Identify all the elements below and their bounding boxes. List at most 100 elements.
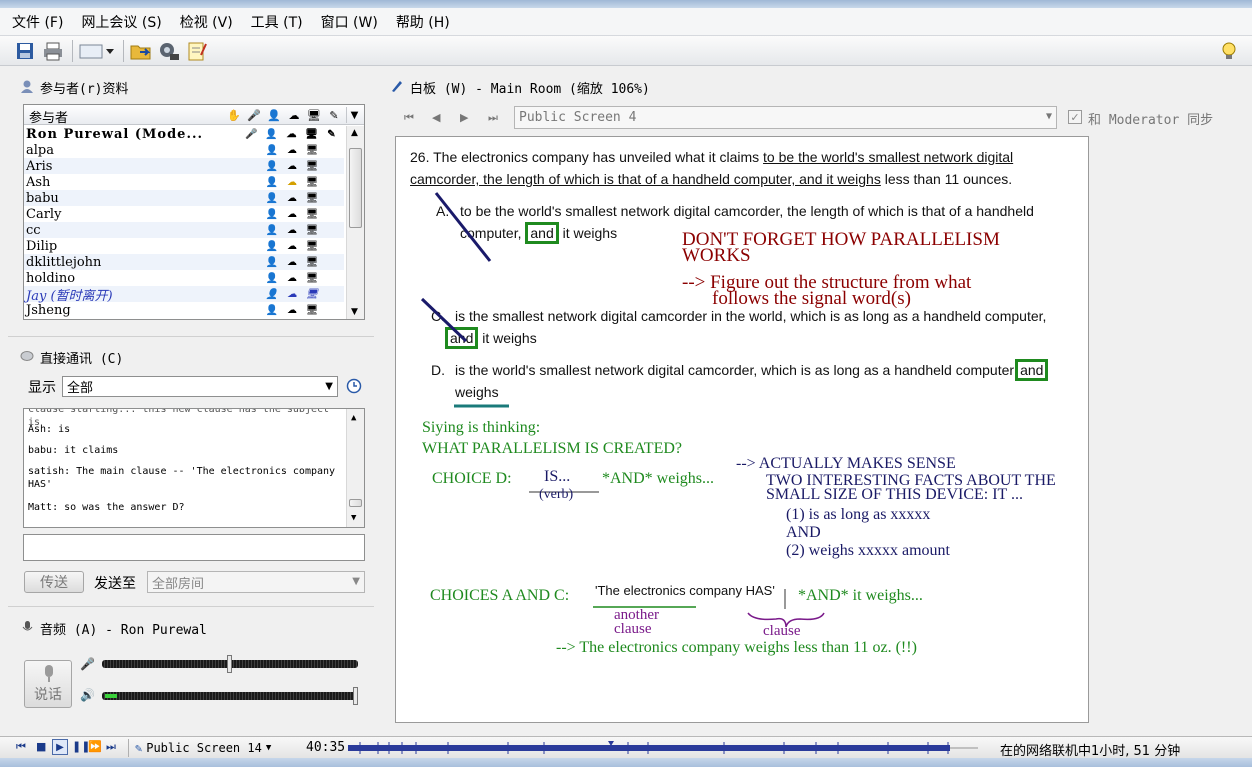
- participant-row[interactable]: alpa 👤 ☁ 🖥: [24, 142, 344, 158]
- whiteboard-title: 白板 (W) - Main Room (缩放 106%): [410, 82, 650, 97]
- history-clock-button[interactable]: [346, 378, 362, 398]
- status-icon: ☁: [287, 144, 297, 156]
- display-filter-select[interactable]: 全部 ▼: [62, 376, 338, 397]
- recording-timeline[interactable]: [348, 740, 978, 756]
- clause-label: clause: [763, 623, 801, 639]
- scrollbar-thumb[interactable]: [349, 148, 362, 228]
- column-menu-dropdown[interactable]: ▼: [346, 107, 362, 123]
- screen-select[interactable]: Public Screen 4 ▼: [514, 106, 1057, 129]
- view-dropdown-button[interactable]: [77, 39, 117, 63]
- play-icon[interactable]: ▶: [52, 739, 68, 755]
- user-icon: 👤: [265, 192, 279, 204]
- fast-forward-icon[interactable]: ⏩: [88, 740, 102, 753]
- participant-row[interactable]: Carly 👤 ☁ 🖥: [24, 206, 344, 222]
- menu-view[interactable]: 检视 (V): [180, 12, 233, 32]
- user-icon: 👤: [265, 272, 279, 284]
- tips-button[interactable]: [1216, 39, 1242, 63]
- last-screen-icon[interactable]: ⏭: [488, 111, 498, 125]
- send-button[interactable]: 传送: [24, 571, 84, 593]
- slider-thumb[interactable]: [353, 687, 358, 705]
- status-icon[interactable]: ☁: [284, 105, 304, 125]
- whiteboard-header: 白板 (W) - Main Room (缩放 106%): [390, 78, 650, 97]
- toolbar-separator: [72, 39, 73, 62]
- conclusion-note: --> The electronics company weighs less …: [556, 639, 917, 656]
- stop-icon[interactable]: ■: [36, 740, 46, 753]
- previous-screen-icon[interactable]: ◀: [432, 111, 440, 124]
- makes-sense-note: --> ACTUALLY MAKES SENSE: [736, 455, 956, 472]
- chat-message-input[interactable]: [23, 534, 365, 561]
- participant-row[interactable]: Aris 👤 ☁ 🖥: [24, 158, 344, 174]
- rewind-to-start-icon[interactable]: ⏮: [16, 740, 26, 754]
- note-structure-2: follows the signal word(s): [712, 288, 911, 309]
- strike-choice-c: [420, 297, 468, 343]
- user-icon[interactable]: 👤: [264, 105, 284, 125]
- scrollbar-thumb[interactable]: [349, 499, 362, 507]
- skip-to-end-icon[interactable]: ⏭: [106, 740, 116, 754]
- participant-name: Aris: [26, 158, 53, 174]
- participant-row[interactable]: babu 👤 ☁ 🖥: [24, 190, 344, 206]
- save-button[interactable]: [12, 39, 38, 63]
- open-file-button[interactable]: [128, 39, 154, 63]
- participant-row[interactable]: Ron Purewal (Mode... 🎤 👤 ☁ 🖥 ✎: [24, 126, 344, 142]
- pen-icon: ✎: [327, 128, 337, 140]
- pen-icon[interactable]: ✎: [324, 105, 344, 125]
- toolbar: [0, 36, 1252, 66]
- print-button[interactable]: [40, 39, 66, 63]
- participant-row[interactable]: Dilip 👤 ☁ 🖥: [24, 238, 344, 254]
- save-icon: [17, 42, 33, 59]
- talk-button[interactable]: 说话: [24, 660, 72, 708]
- participant-name: dklittlejohn: [26, 254, 102, 270]
- sync-checkbox[interactable]: ✓: [1068, 110, 1082, 124]
- participant-row[interactable]: Jsheng 👤 ☁ 🖥: [24, 302, 344, 318]
- status-icon: ☁: [287, 304, 297, 316]
- whiteboard-canvas[interactable]: 26. The electronics company has unveiled…: [395, 136, 1089, 723]
- user-icon: 👤: [265, 304, 279, 316]
- raise-hand-icon[interactable]: ✋: [224, 105, 244, 125]
- and-weighs-text: *AND* weighs...: [602, 470, 714, 487]
- menu-tools[interactable]: 工具 (T): [251, 12, 303, 32]
- user-icon: 👤: [265, 208, 279, 220]
- scroll-up-icon[interactable]: ▲: [351, 128, 358, 138]
- chat-scrollbar[interactable]: ▲ ▼: [346, 409, 364, 527]
- notes-icon: [188, 42, 207, 60]
- scroll-up-icon[interactable]: ▲: [351, 413, 356, 423]
- print-icon: [44, 42, 62, 60]
- app-window: 文件 (F) 网上会议 (S) 检视 (V) 工具 (T) 窗口 (W) 帮助 …: [0, 0, 1252, 767]
- webcam-button[interactable]: [156, 39, 182, 63]
- playhead-marker[interactable]: [608, 741, 614, 746]
- toolbar-separator: [123, 39, 124, 62]
- participant-column-label: 参与者: [29, 111, 69, 126]
- participant-row[interactable]: Jay (暂时离开) 👤 ☁ 🖥: [24, 286, 344, 304]
- menu-conference[interactable]: 网上会议 (S): [81, 12, 161, 32]
- microphone-level-icon: 🎤: [80, 657, 95, 671]
- whiteboard-panel: 白板 (W) - Main Room (缩放 106%) ⏮ ◀ ▶ ⏭ Pub…: [378, 66, 1252, 730]
- user-icon: 👤: [265, 224, 279, 236]
- scroll-down-icon[interactable]: ▼: [351, 513, 356, 523]
- participant-name: cc: [26, 222, 41, 238]
- monitor-icon[interactable]: 🖥: [304, 105, 324, 125]
- menu-bar: 文件 (F) 网上会议 (S) 检视 (V) 工具 (T) 窗口 (W) 帮助 …: [0, 8, 1252, 36]
- participant-row[interactable]: cc 👤 ☁ 🖥: [24, 222, 344, 238]
- next-screen-icon[interactable]: ▶: [460, 111, 468, 124]
- user-icon: 👤: [265, 256, 279, 268]
- send-to-select[interactable]: 全部房间 ▼: [147, 571, 365, 593]
- microphone-icon[interactable]: 🎤: [244, 105, 264, 125]
- user-icon: 👤: [265, 128, 279, 140]
- menu-help[interactable]: 帮助 (H): [396, 12, 450, 32]
- first-screen-icon[interactable]: ⏮: [404, 111, 414, 125]
- participant-row[interactable]: dklittlejohn 👤 ☁ 🖥: [24, 254, 344, 270]
- participants-header: 参与者(r)资料: [20, 78, 128, 97]
- participant-rows: Ron Purewal (Mode... 🎤 👤 ☁ 🖥 ✎ alpa 👤 ☁ 🖥 Aris 👤 ☁…: [24, 126, 344, 318]
- menu-window[interactable]: 窗口 (W): [321, 12, 378, 32]
- screen-picker[interactable]: ✎ Public Screen 14 ▼: [128, 739, 280, 757]
- participant-scrollbar[interactable]: ▲ ▼: [346, 126, 364, 319]
- participant-name: alpa: [26, 142, 54, 158]
- menu-file[interactable]: 文件 (F): [12, 12, 63, 32]
- slider-thumb[interactable]: [227, 655, 232, 673]
- audio-title: 音频 (A) - Ron Purewal: [40, 623, 207, 638]
- notes-button[interactable]: [184, 39, 210, 63]
- speaker-volume-slider[interactable]: [102, 692, 358, 700]
- user-icon: 👤: [265, 240, 279, 252]
- participant-row[interactable]: Ash 👤 ☁ 🖥: [24, 174, 344, 190]
- scroll-down-icon[interactable]: ▼: [351, 307, 358, 317]
